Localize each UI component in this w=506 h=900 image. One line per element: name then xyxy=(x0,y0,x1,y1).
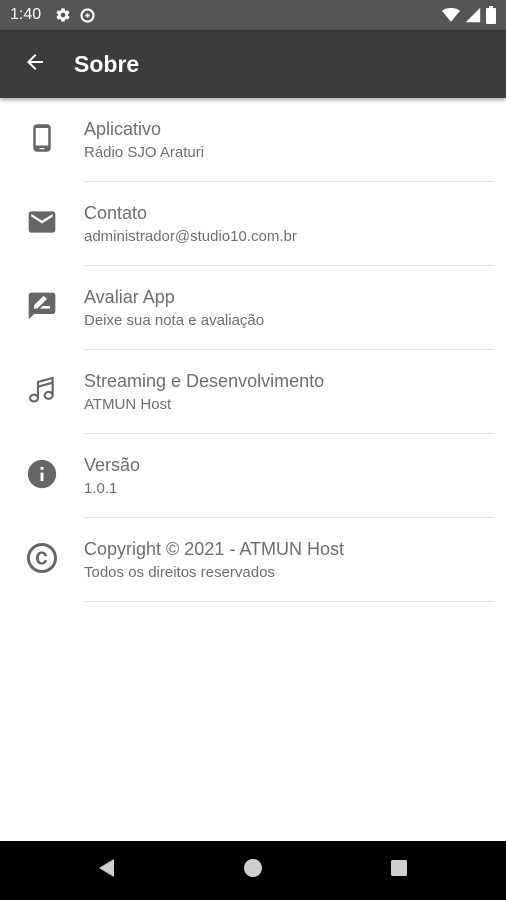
back-triangle-icon xyxy=(97,858,117,883)
app-bar: Sobre xyxy=(0,30,506,98)
copyright-icon xyxy=(24,540,60,581)
nav-back-button[interactable] xyxy=(34,841,180,900)
item-title: Versão xyxy=(84,455,141,475)
list-item-streaming[interactable]: Streaming e Desenvolvimento ATMUN Host xyxy=(0,350,506,434)
item-subtitle: Deixe sua nota e avaliação xyxy=(84,312,265,329)
list-item-aplicativo[interactable]: Aplicativo Rádio SJO Araturi xyxy=(0,98,506,182)
item-subtitle: Rádio SJO Araturi xyxy=(84,144,205,161)
list-item-contato[interactable]: Contato administrador@studio10.com.br xyxy=(0,182,506,266)
music-note-icon xyxy=(26,374,58,411)
item-title: Contato xyxy=(84,203,148,223)
item-subtitle: ATMUN Host xyxy=(84,396,172,413)
about-list: Aplicativo Rádio SJO Araturi Contato adm… xyxy=(0,98,506,602)
item-subtitle: Todos os direitos reservados xyxy=(84,564,275,581)
nav-recents-button[interactable] xyxy=(326,841,472,900)
signal-icon xyxy=(465,7,481,23)
nav-home-button[interactable] xyxy=(180,841,326,900)
settings-icon xyxy=(55,7,71,23)
smartphone-icon xyxy=(27,121,57,160)
item-title: Streaming e Desenvolvimento xyxy=(84,371,325,391)
recents-square-icon xyxy=(390,859,408,882)
list-item-avaliar-app[interactable]: Avaliar App Deixe sua nota e avaliação xyxy=(0,266,506,350)
list-item-versao[interactable]: Versão 1.0.1 xyxy=(0,434,506,518)
info-icon xyxy=(25,457,59,496)
rate-review-icon xyxy=(26,290,58,327)
battery-icon xyxy=(486,6,496,24)
item-title: Copyright © 2021 - ATMUN Host xyxy=(84,539,345,559)
back-button[interactable] xyxy=(0,30,70,98)
item-subtitle: 1.0.1 xyxy=(84,480,118,497)
page-title: Sobre xyxy=(74,50,140,77)
wifi-icon xyxy=(442,7,460,23)
home-circle-icon xyxy=(243,858,263,883)
item-subtitle: administrador@studio10.com.br xyxy=(84,228,297,245)
navigation-bar xyxy=(0,841,506,900)
item-title: Aplicativo xyxy=(84,119,162,139)
status-bar: 1:40 xyxy=(0,0,506,30)
mail-icon xyxy=(26,206,58,243)
arrow-back-icon xyxy=(23,50,47,79)
status-time: 1:40 xyxy=(10,6,42,23)
list-item-copyright[interactable]: Copyright © 2021 - ATMUN Host Todos os d… xyxy=(0,518,506,602)
divider xyxy=(84,601,494,602)
item-title: Avaliar App xyxy=(84,287,175,307)
data-saver-icon xyxy=(79,7,96,24)
